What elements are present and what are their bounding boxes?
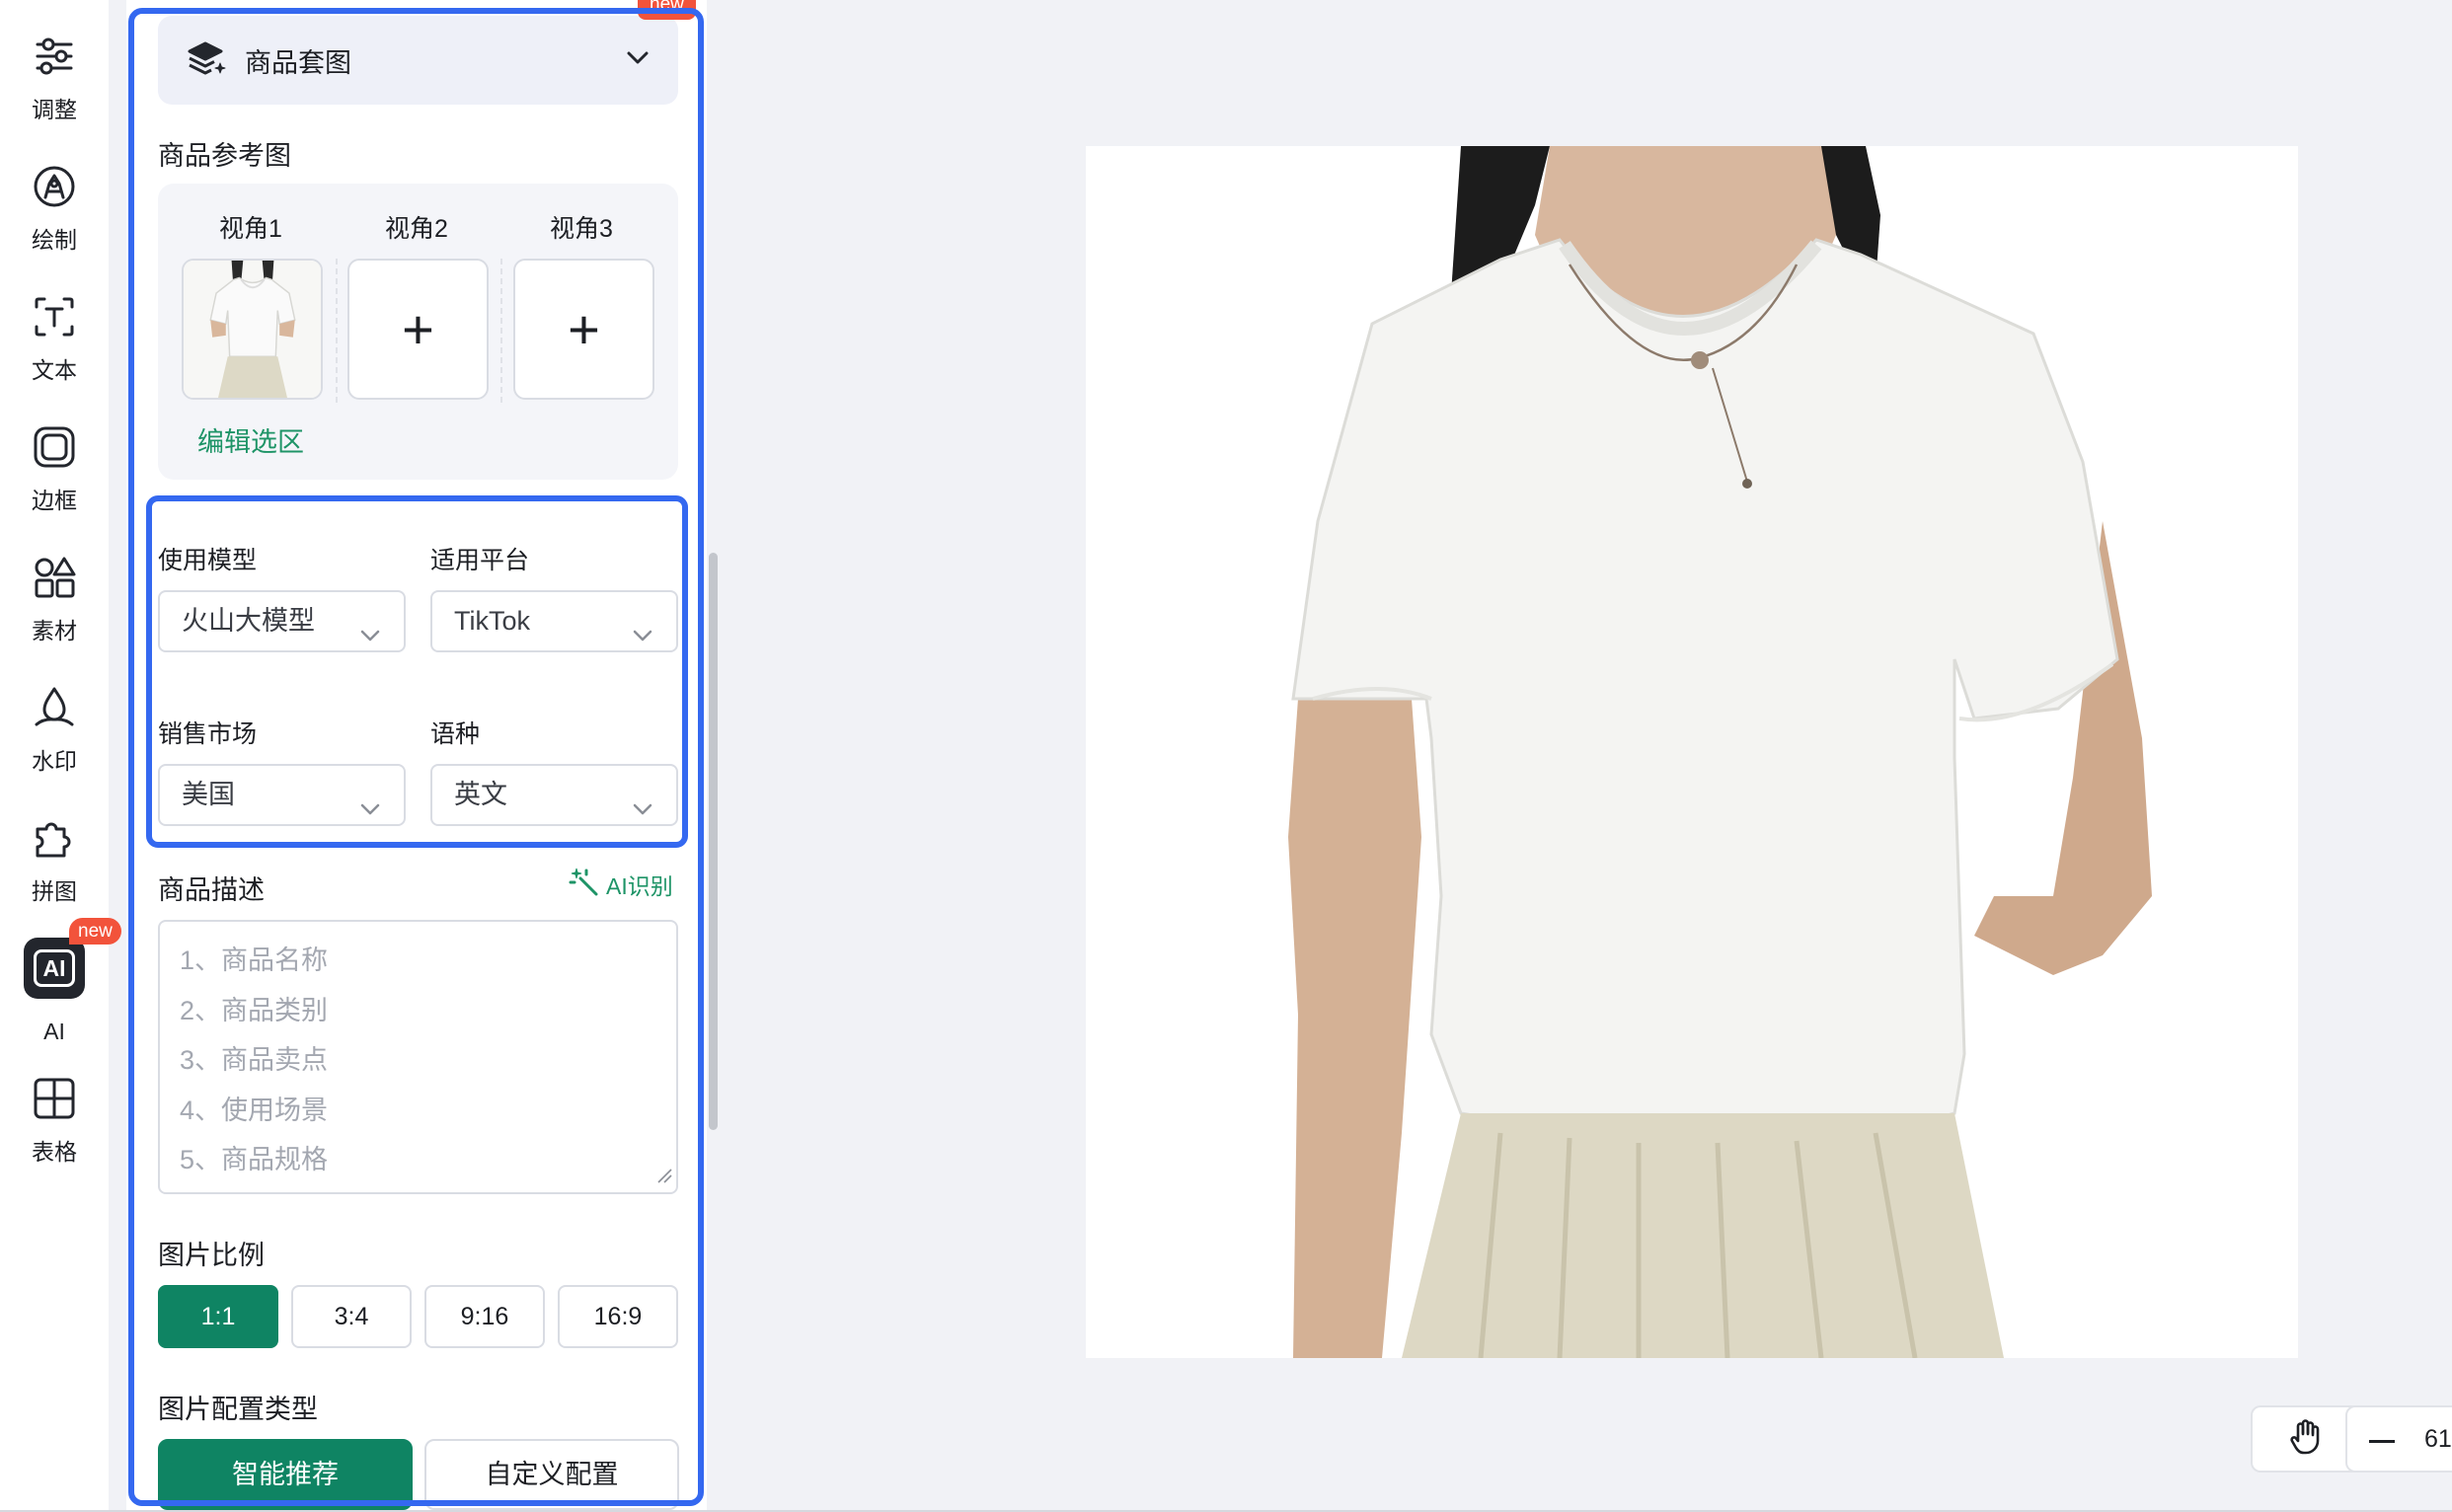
mode-label: 商品套图 (245, 47, 351, 78)
tool-frame[interactable]: 边框 (0, 424, 109, 543)
resize-grip-icon[interactable] (656, 1168, 672, 1188)
tool-rail: 调整 绘制 文本 边框 素材 水印 拼图 AI AI new 表格 (0, 0, 121, 1512)
market-label: 销售市场 (158, 720, 258, 748)
placeholder-line: 1、商品名称 (180, 945, 329, 975)
tool-material-label: 素材 (32, 618, 77, 643)
tool-draw-label: 绘制 (32, 227, 77, 253)
shapes-icon (32, 555, 77, 600)
view-divider (336, 259, 338, 403)
zoom-level[interactable]: 61 (2424, 1425, 2452, 1454)
tool-material[interactable]: 素材 (0, 555, 109, 673)
watermark-icon (32, 685, 77, 730)
platform-dropdown[interactable]: TikTok (430, 590, 678, 652)
sliders-icon (32, 34, 77, 79)
language-label: 语种 (430, 720, 481, 748)
description-textarea[interactable]: 1、商品名称 2、商品类别 3、商品卖点 4、使用场景 5、商品规格 (158, 920, 678, 1194)
ratio-1-1-button[interactable]: 1:1 (158, 1285, 278, 1348)
table-icon (32, 1076, 77, 1121)
chevron-down-icon (623, 43, 652, 78)
edit-selection-link[interactable]: 编辑选区 (197, 420, 304, 459)
zoom-control: 61 (2345, 1405, 2452, 1473)
tool-table-label: 表格 (32, 1139, 77, 1165)
tool-table[interactable]: 表格 (0, 1076, 109, 1194)
frame-icon (32, 424, 77, 470)
view-2-label: 视角2 (385, 215, 448, 243)
ai-recognize-button[interactable]: AI识别 (569, 867, 673, 902)
placeholder-line: 5、商品规格 (180, 1145, 329, 1175)
plus-icon: + (568, 297, 600, 360)
placeholder-line: 3、商品卖点 (180, 1045, 329, 1076)
chevron-down-icon (358, 784, 382, 842)
custom-config-button[interactable]: 自定义配置 (424, 1439, 679, 1510)
new-badge-top: new (638, 0, 696, 20)
tool-puzzle-label: 拼图 (32, 878, 77, 904)
tool-text-label: 文本 (32, 357, 77, 383)
panel-scrollbar[interactable] (709, 553, 718, 1130)
config-type-title: 图片配置类型 (158, 1395, 318, 1424)
market-dropdown[interactable]: 美国 (158, 764, 406, 826)
reference-title: 商品参考图 (158, 141, 291, 171)
platform-label: 适用平台 (430, 547, 530, 574)
platform-value: TikTok (454, 606, 531, 636)
placeholder-line: 2、商品类别 (180, 995, 329, 1025)
chevron-down-icon (631, 610, 654, 668)
smart-recommend-button[interactable]: 智能推荐 (158, 1439, 413, 1510)
description-title: 商品描述 (158, 875, 265, 905)
ratio-16-9-button[interactable]: 16:9 (558, 1285, 678, 1348)
zoom-out-button[interactable] (2369, 1440, 2395, 1443)
tool-ai[interactable]: AI AI (0, 938, 109, 1064)
model-dropdown[interactable]: 火山大模型 (158, 590, 406, 652)
new-badge: new (69, 918, 121, 945)
ai-recognize-label: AI识别 (606, 873, 673, 899)
magic-wand-icon (569, 867, 600, 902)
tshirt-thumbnail-image (184, 261, 321, 398)
view-1-thumbnail[interactable] (182, 259, 323, 400)
tool-puzzle[interactable]: 拼图 (0, 815, 109, 934)
tshirt-product-photo (1086, 146, 2298, 1358)
tool-draw[interactable]: 绘制 (0, 164, 109, 282)
ratio-9-16-button[interactable]: 9:16 (424, 1285, 545, 1348)
view-3-add-button[interactable]: + (513, 259, 654, 400)
chevron-down-icon (358, 610, 382, 668)
tool-watermark[interactable]: 水印 (0, 685, 109, 803)
placeholder-line: 4、使用场景 (180, 1095, 329, 1125)
tool-watermark-label: 水印 (32, 748, 77, 774)
ai-icon: AI (24, 938, 85, 999)
puzzle-icon (32, 815, 77, 861)
model-value: 火山大模型 (182, 606, 315, 636)
tool-adjust-label: 调整 (32, 97, 77, 122)
tool-frame-label: 边框 (32, 488, 77, 513)
tool-text[interactable]: 文本 (0, 294, 109, 413)
view-1-label: 视角1 (219, 215, 282, 243)
tool-ai-label: AI (43, 1019, 65, 1044)
language-value: 英文 (454, 780, 507, 809)
text-icon (32, 294, 77, 340)
language-dropdown[interactable]: 英文 (430, 764, 678, 826)
chevron-down-icon (631, 784, 654, 842)
ratio-3-4-button[interactable]: 3:4 (291, 1285, 412, 1348)
plus-icon: + (402, 297, 434, 360)
market-value: 美国 (182, 780, 235, 809)
ratio-title: 图片比例 (158, 1241, 265, 1270)
draw-icon (32, 164, 77, 209)
tool-adjust[interactable]: 调整 (0, 34, 109, 152)
view-2-add-button[interactable]: + (347, 259, 489, 400)
view-divider (500, 259, 502, 403)
layers-sparkle-icon (188, 39, 227, 82)
model-label: 使用模型 (158, 547, 258, 574)
mode-select[interactable]: 商品套图 (158, 16, 678, 105)
canvas-image[interactable] (1086, 146, 2298, 1358)
hand-icon (2289, 1418, 2323, 1460)
view-3-label: 视角3 (550, 215, 613, 243)
